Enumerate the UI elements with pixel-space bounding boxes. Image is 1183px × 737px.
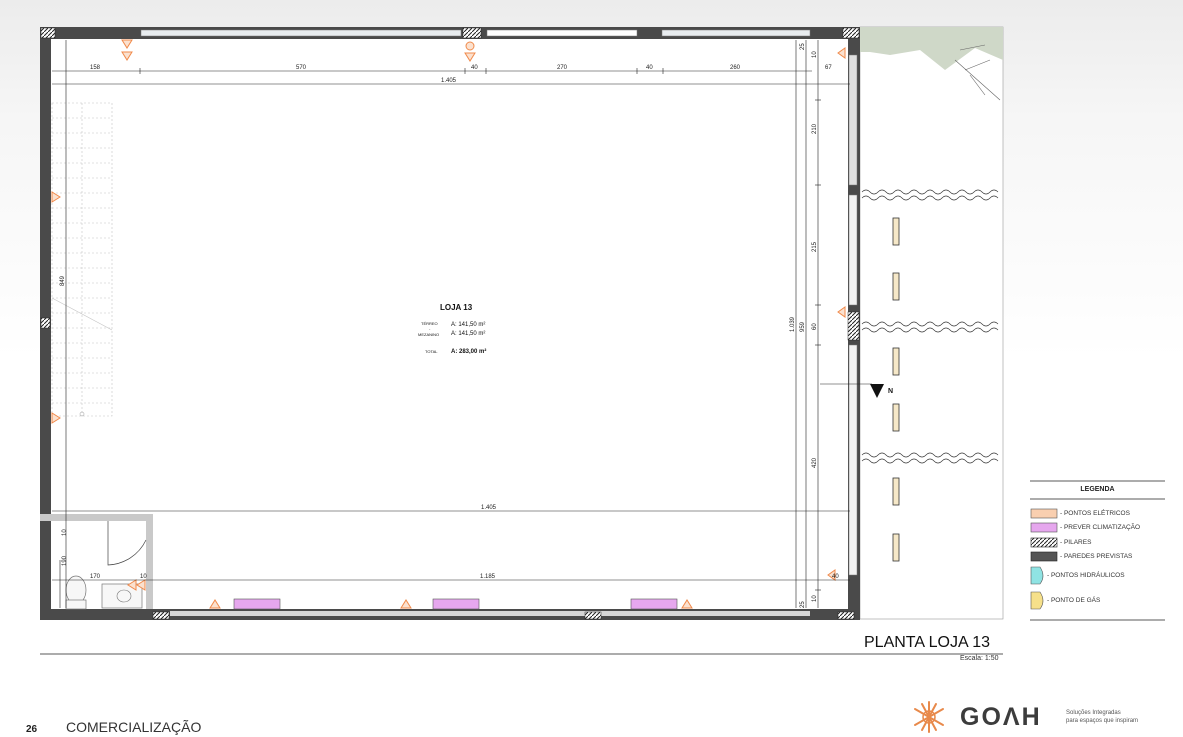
dim-bath-b: 190 [62,555,68,566]
pillar [847,311,860,341]
dim-top-1: 158 [90,65,101,71]
pillar [40,27,56,39]
parking-marker [892,403,900,432]
dim-right-seg-8: 25 [800,601,806,608]
window [140,29,462,37]
brand-tagline: para espaços que inspiram [1066,718,1139,724]
terreo-area: A: 141,50 m² [451,322,485,328]
dim-bottom-total: 1.185 [480,574,496,580]
dim-right-seg-4: 215 [812,241,818,252]
dim-top-6: 260 [730,65,741,71]
parking-marker [892,272,900,301]
dim-bath-a: 10 [62,529,68,536]
dim-top-total: 1.405 [441,78,457,84]
legend-swatch-electric [1030,508,1058,519]
mezanino-area: A: 141,50 m² [451,331,485,337]
dim-top-2: 570 [296,65,307,71]
legend-label-wall: - PAREDES PREVISTAS [1060,553,1133,560]
total-area: A: 283,00 m² [451,348,486,355]
north-label: N [888,388,893,395]
climate-unit [432,598,480,610]
brand-tagline: Soluções Integradas [1066,710,1121,716]
glazing [848,194,858,306]
dim-right-seg-5: 60 [812,323,818,330]
total-label: TOTAL [425,349,438,354]
legend-label-climate: - PREVER CLIMATIZAÇÃO [1060,524,1141,531]
legend-label-electric: - PONTOS ELÉTRICOS [1060,510,1130,517]
legend-label-gas: - PONTO DE GÁS [1047,597,1101,604]
goah-logo-icon [914,701,944,733]
dim-top-3: 40 [471,65,478,71]
dim-top-side: 67 [825,65,832,71]
pillar [152,611,170,620]
store-floor [40,27,860,619]
pillar [837,611,855,620]
climate-unit [630,598,678,610]
dim-right-seg-7: 10 [812,595,818,602]
legend-label-pillar: - PILARES [1060,539,1092,546]
parking-marker [892,347,900,376]
dim-right-seg-3: 210 [812,123,818,134]
window [486,29,638,37]
dim-bottom-left: 170 [90,574,101,580]
legend-title: LEGENDA [1080,486,1115,493]
drawing-scale: Escala: 1:50 [960,655,999,662]
glazing [848,344,858,576]
dim-right-inner: 959 [800,321,806,332]
dim-right-seg-6: 420 [812,457,818,468]
legend-swatch-pillar [1030,537,1058,548]
legend-swatch-wall [1030,551,1058,562]
opening [170,611,810,616]
dim-top-5: 40 [646,65,653,71]
outdoor-area [859,26,1004,620]
room-name: LOJA 13 [440,303,473,312]
dim-bottom-mid: 10 [140,574,147,580]
drawing-title: PLANTA LOJA 13 [864,634,990,651]
dim-right-total: 1.039 [790,316,796,332]
dim-middle-total: 1.405 [481,505,497,511]
legend-label-hydraulic: - PONTOS HIDRÁULICOS [1047,572,1125,579]
pillar [40,317,51,329]
pillar [584,611,602,620]
mezanino-label: MEZANINO [418,332,439,337]
glazing [848,54,858,186]
section-title: COMERCIALIZAÇÃO [66,719,202,735]
legend-swatch-hydraulic [1030,566,1044,585]
bathroom-wall [40,514,153,521]
bathroom-wall [146,514,153,609]
toilet-tank [65,599,87,610]
legend-swatch-gas [1030,591,1044,610]
floor-plan: 158 570 40 270 40 260 67 1.405 1.405 170… [40,26,1165,733]
page-number: 26 [26,724,38,735]
parking-marker [892,477,900,506]
dim-bottom-side: 40 [832,574,839,580]
dim-left-height: 849 [60,275,66,286]
parking-marker [892,217,900,246]
climate-unit [233,598,281,610]
pillar [462,27,482,39]
parking-marker [892,533,900,562]
brand-name: GOΛH [960,703,1042,731]
dim-top-4: 270 [557,65,568,71]
dim-right-seg-1: 25 [800,43,806,50]
dim-right-seg-2: 10 [812,51,818,58]
legend-swatch-climate [1030,522,1058,533]
pillar [842,27,860,39]
window [661,29,811,37]
